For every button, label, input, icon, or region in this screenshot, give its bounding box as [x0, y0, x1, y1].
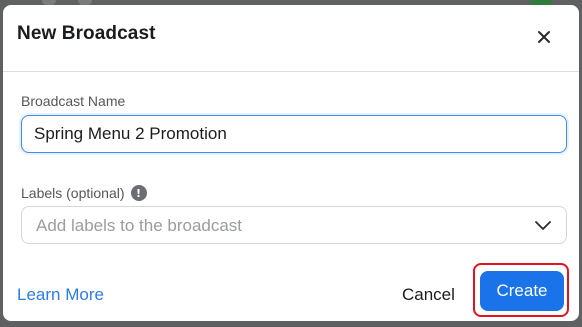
labels-label-row: Labels (optional) !: [21, 185, 147, 201]
chevron-down-icon: [535, 221, 551, 230]
dialog-title: New Broadcast: [17, 23, 156, 44]
close-button[interactable]: [531, 24, 557, 50]
info-icon[interactable]: !: [130, 185, 147, 201]
close-icon: [538, 31, 550, 43]
broadcast-name-label: Broadcast Name: [21, 93, 126, 109]
labels-placeholder: Add labels to the broadcast: [36, 216, 243, 235]
labels-label: Labels (optional): [21, 185, 125, 201]
labels-select[interactable]: Add labels to the broadcast: [21, 206, 567, 244]
learn-more-link[interactable]: Learn More: [17, 285, 104, 305]
create-button[interactable]: Create: [480, 271, 564, 311]
broadcast-name-input[interactable]: [21, 115, 567, 153]
dialog-header: New Broadcast: [3, 5, 579, 72]
cancel-button[interactable]: Cancel: [402, 285, 455, 305]
new-broadcast-dialog: New Broadcast Broadcast Name Labels (opt…: [3, 5, 579, 321]
